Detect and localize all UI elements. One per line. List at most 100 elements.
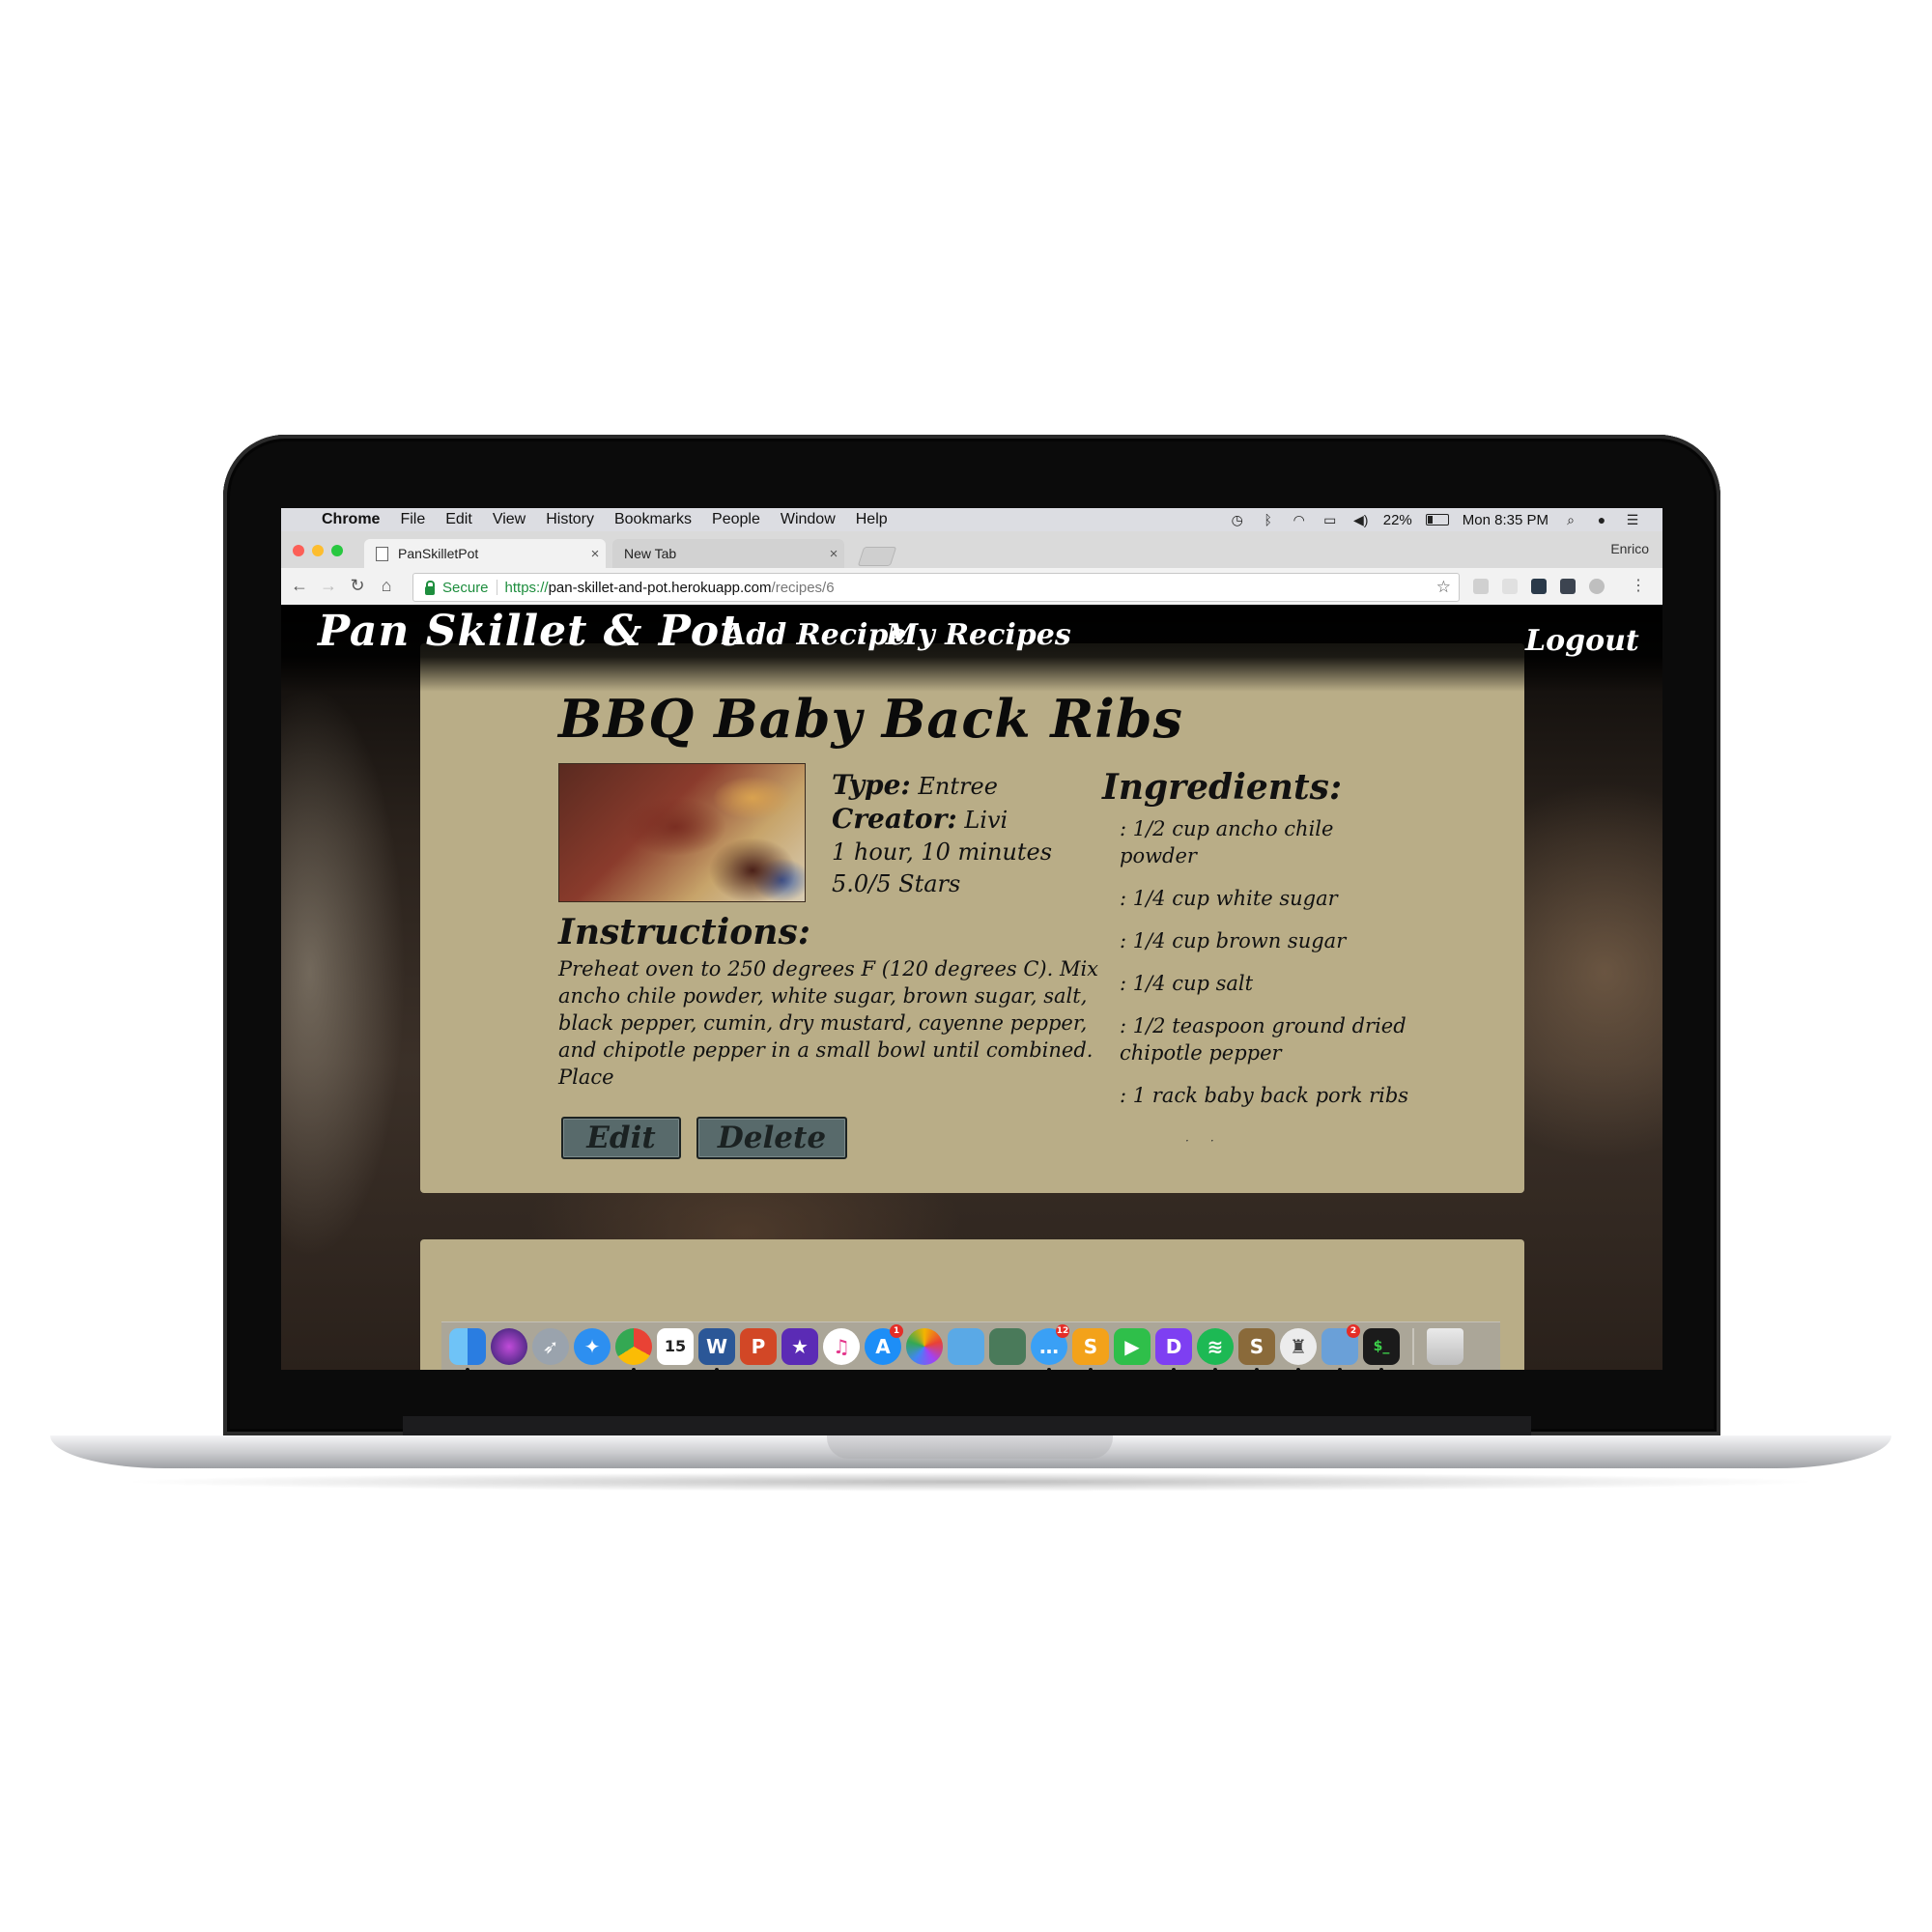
menu-people[interactable]: People	[712, 511, 760, 528]
menu-window[interactable]: Window	[781, 511, 836, 528]
menubar-clock[interactable]: Mon 8:35 PM	[1463, 512, 1548, 528]
menu-help[interactable]: Help	[856, 511, 888, 528]
imovie-icon[interactable]: ★	[781, 1327, 818, 1365]
powerpoint-icon[interactable]: P	[740, 1327, 777, 1365]
url-path: /recipes/6	[771, 579, 835, 596]
nav-add-recipe[interactable]: Add Recipe	[724, 618, 906, 652]
safari-icon[interactable]: ✦	[574, 1327, 611, 1365]
discord-icon[interactable]: D	[1155, 1327, 1192, 1370]
messages-badge: 12	[1056, 1323, 1069, 1338]
sublime-text-icon[interactable]: S	[1072, 1327, 1109, 1370]
menu-app-name[interactable]: Chrome	[322, 511, 380, 528]
image-capture-icon[interactable]	[989, 1327, 1026, 1365]
window-controls	[293, 545, 343, 556]
ingredients-heading: Ingredients:	[1102, 767, 1343, 808]
recipe-rating: 5.0/5 Stars	[832, 870, 961, 897]
volume-icon[interactable]: ◀)	[1352, 512, 1370, 527]
tab-close-icon[interactable]: ×	[823, 546, 844, 562]
delete-button[interactable]: Delete	[696, 1117, 847, 1159]
creator-label: Creator:	[832, 803, 957, 835]
preview-badge: 2	[1347, 1323, 1360, 1338]
laptop-screen: Chrome File Edit View History Bookmarks …	[281, 508, 1662, 1370]
tab-close-icon[interactable]: ×	[584, 546, 606, 562]
ingredient-item: : 1/4 cup white sugar	[1120, 887, 1338, 910]
tab-panskilletpot[interactable]: PanSkilletPot ×	[364, 539, 606, 568]
folder-icon[interactable]	[948, 1327, 984, 1365]
extension-react-icon[interactable]	[1531, 579, 1547, 594]
calendar-icon[interactable]: 15	[657, 1327, 694, 1365]
ingredient-item: : 1/2 cup ancho chile powder	[1120, 817, 1334, 867]
finder-icon[interactable]	[449, 1327, 486, 1370]
url-host: pan-skillet-and-pot.herokuapp.com	[548, 579, 772, 596]
recipe-card: BBQ Baby Back Ribs Type: Entree Creator:…	[420, 643, 1524, 1193]
close-window-button[interactable]	[293, 545, 304, 556]
menu-history[interactable]: History	[546, 511, 594, 528]
new-tab-button[interactable]	[857, 547, 897, 566]
tab-label: New Tab	[624, 546, 677, 561]
itunes-icon[interactable]: ♫	[823, 1327, 860, 1365]
time-machine-icon[interactable]: ◷	[1229, 512, 1246, 527]
siri-icon[interactable]: ●	[1593, 512, 1610, 527]
zoom-window-button[interactable]	[331, 545, 343, 556]
notification-center-icon[interactable]: ☰	[1624, 512, 1641, 527]
menu-file[interactable]: File	[400, 511, 425, 528]
trash-icon[interactable]	[1427, 1327, 1463, 1365]
edit-button[interactable]: Edit	[561, 1117, 681, 1159]
airplay-icon[interactable]: ▭	[1321, 512, 1339, 527]
bluetooth-icon[interactable]: ᛒ	[1260, 512, 1277, 527]
dock-separator	[1412, 1327, 1414, 1365]
back-arrow-icon[interactable]: ←	[289, 576, 310, 596]
chrome-icon[interactable]	[615, 1327, 652, 1370]
recipe-duration: 1 hour, 10 minutes	[832, 838, 1053, 866]
forward-arrow-icon[interactable]: →	[318, 576, 339, 596]
terminal-icon[interactable]: $_	[1363, 1327, 1400, 1370]
spotify-icon[interactable]: ≋	[1197, 1327, 1234, 1370]
minimize-window-button[interactable]	[312, 545, 324, 556]
web-page: Pan Skillet & Pot Add Recipe My Recipes …	[281, 605, 1662, 1370]
extension-json-icon[interactable]	[1502, 579, 1518, 594]
nav-my-recipes[interactable]: My Recipes	[886, 618, 1071, 652]
ingredients-list: : 1/2 cup ancho chile powder : 1/4 cup w…	[1120, 815, 1409, 1124]
instructions-text: Preheat oven to 250 degrees F (120 degre…	[558, 957, 1099, 1089]
ingredient-item: : 1 rack baby back pork ribs	[1120, 1084, 1409, 1107]
battery-icon[interactable]	[1425, 514, 1449, 526]
sequel-pro-icon[interactable]: S	[1238, 1327, 1275, 1370]
word-icon[interactable]: W	[698, 1327, 735, 1370]
recipe-type: Type: Entree	[832, 769, 1052, 803]
siri-dock-icon[interactable]	[491, 1327, 527, 1365]
ingredient-item: : 1/4 cup salt	[1120, 972, 1254, 995]
photos-icon[interactable]	[906, 1327, 943, 1365]
tab-new-tab[interactable]: New Tab ×	[612, 539, 844, 568]
facetime-icon[interactable]: ▶	[1114, 1327, 1151, 1365]
lock-icon[interactable]	[425, 580, 435, 595]
chrome-menu-icon[interactable]: ⋮	[1628, 576, 1649, 595]
menu-view[interactable]: View	[493, 511, 526, 528]
address-bar[interactable]: Secure https:// pan-skillet-and-pot.hero…	[412, 573, 1460, 602]
extension-cloud-icon[interactable]	[1589, 579, 1605, 594]
extension-dots-icon[interactable]	[1560, 579, 1576, 594]
instructions-heading: Instructions:	[558, 912, 811, 952]
preview-icon[interactable]: 2	[1321, 1323, 1360, 1370]
menu-edit[interactable]: Edit	[445, 511, 472, 528]
bookmark-star-icon[interactable]: ☆	[1436, 578, 1451, 597]
recipe-title: BBQ Baby Back Ribs	[558, 688, 1183, 750]
secure-label[interactable]: Secure	[442, 580, 489, 596]
scroll-indicator-dots: ··	[1185, 1134, 1236, 1148]
app-store-badge: 1	[890, 1323, 903, 1338]
tableplus-icon[interactable]: ♜	[1280, 1327, 1317, 1370]
reload-icon[interactable]: ↻	[347, 576, 368, 596]
recipe-photo	[558, 763, 806, 902]
profile-button[interactable]: Enrico	[1610, 541, 1649, 556]
tab-label: PanSkilletPot	[398, 546, 479, 561]
app-store-icon[interactable]: A1	[865, 1323, 903, 1365]
launchpad-icon[interactable]: ➶	[532, 1327, 569, 1365]
nav-logout[interactable]: Logout	[1525, 624, 1639, 658]
spotlight-search-icon[interactable]: ⌕	[1562, 512, 1579, 527]
home-icon[interactable]: ⌂	[376, 576, 397, 596]
laptop-shadow	[116, 1472, 1826, 1492]
extension-bookmark-icon[interactable]	[1473, 579, 1489, 594]
site-brand[interactable]: Pan Skillet & Pot	[318, 607, 740, 656]
messages-icon[interactable]: … 12	[1031, 1323, 1069, 1370]
wifi-icon[interactable]: ◠	[1291, 512, 1308, 527]
menu-bookmarks[interactable]: Bookmarks	[614, 511, 692, 528]
